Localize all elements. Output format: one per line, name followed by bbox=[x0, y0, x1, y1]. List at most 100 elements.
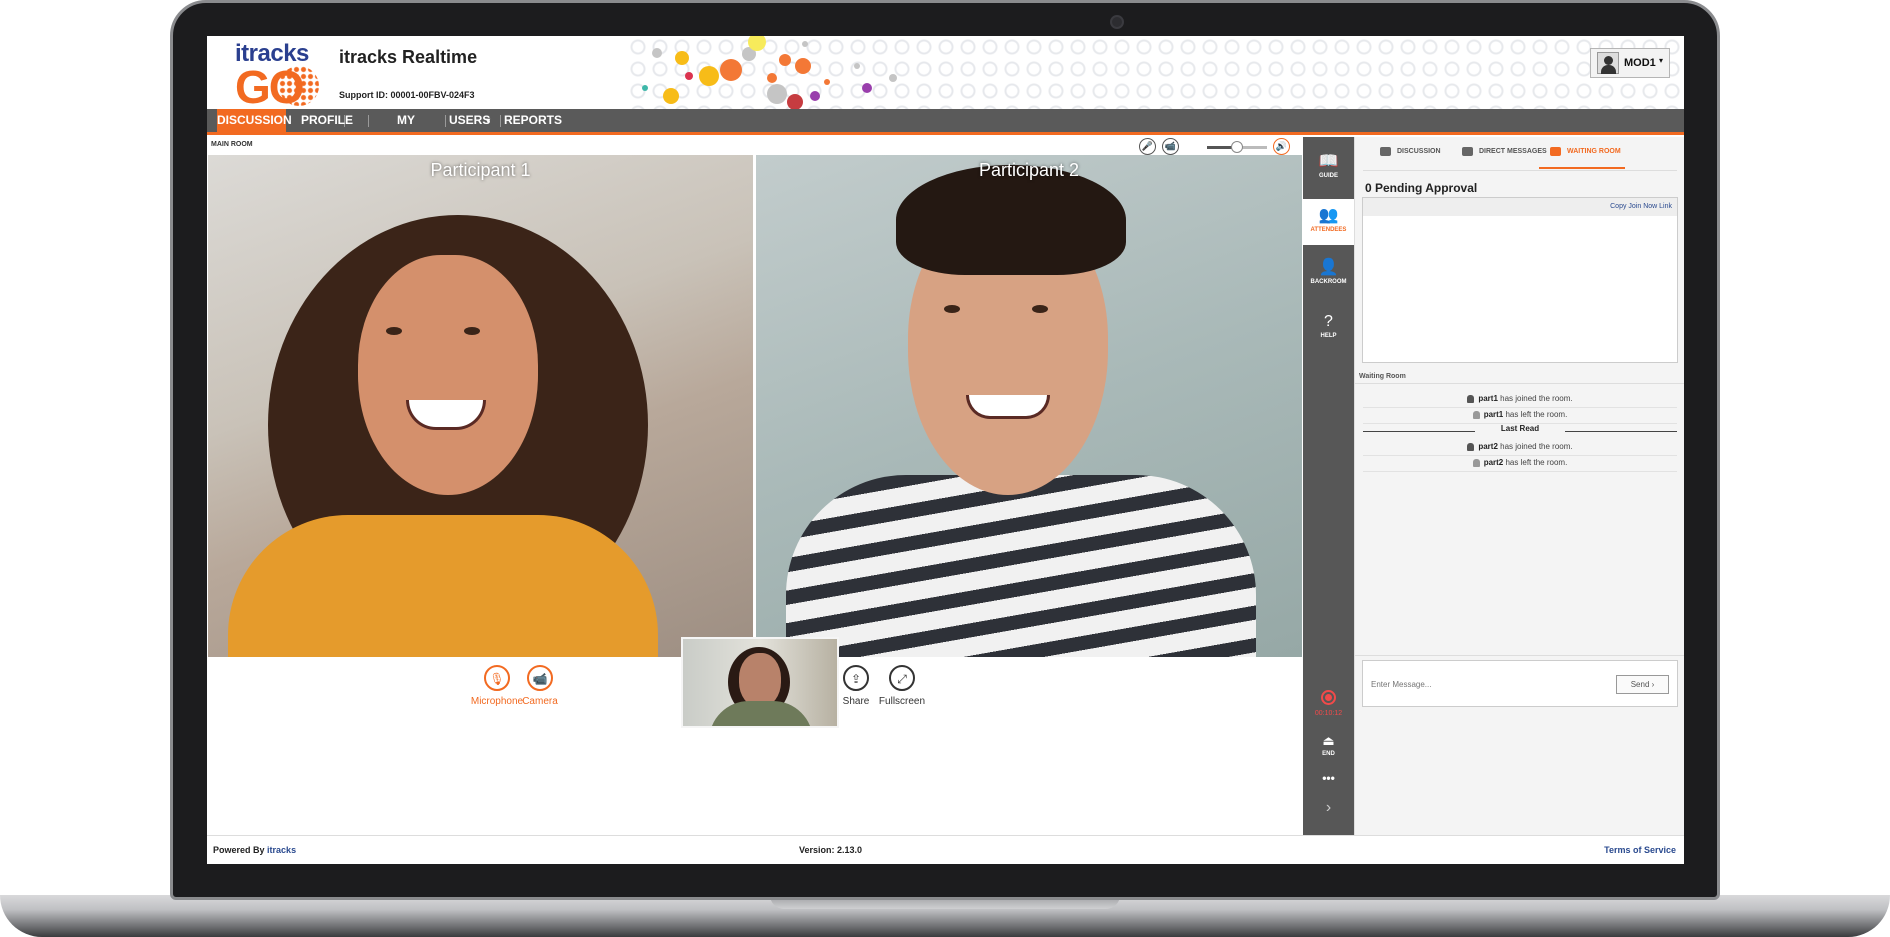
share-button[interactable]: ⇪ bbox=[843, 665, 869, 691]
support-id: Support ID: 00001-00FBV-024F3 bbox=[339, 90, 475, 100]
waiting-room-label: Waiting Room bbox=[1359, 373, 1406, 380]
microphone-button[interactable]: 🎙 bbox=[484, 665, 510, 691]
user-left-icon bbox=[1472, 410, 1480, 419]
more-options-icon[interactable]: ••• bbox=[1303, 771, 1354, 785]
tab-waiting-room-label: WAITING ROOM bbox=[1567, 148, 1621, 155]
end-label[interactable]: END bbox=[1303, 751, 1354, 757]
pending-approval-list: Copy Join Now Link bbox=[1362, 197, 1678, 363]
user-joined-icon bbox=[1467, 394, 1475, 403]
nav-divider bbox=[368, 115, 369, 127]
participant-image bbox=[464, 327, 480, 335]
main-room-label: MAIN ROOM bbox=[211, 141, 253, 148]
camera-label: Camera bbox=[522, 696, 558, 707]
nav-divider bbox=[500, 115, 501, 127]
event-text: has left the room. bbox=[1505, 458, 1568, 467]
user-joined-icon bbox=[1467, 442, 1475, 451]
guide-label: GUIDE bbox=[1318, 173, 1338, 179]
fullscreen-button[interactable]: ⤢ bbox=[889, 665, 915, 691]
tab-divider bbox=[1363, 170, 1677, 171]
list-item: part2 has joined the room. bbox=[1363, 439, 1677, 456]
message-input[interactable] bbox=[1371, 675, 1571, 693]
powered-by-link[interactable]: itracks bbox=[267, 845, 296, 855]
list-item: part1 has joined the room. bbox=[1363, 391, 1677, 408]
confetti-dots-icon bbox=[642, 36, 897, 109]
video-tile-participant-2[interactable]: Participant 2 bbox=[756, 155, 1302, 657]
tab-direct-messages[interactable]: DIRECT MESSAGES bbox=[1462, 145, 1547, 169]
list-item: part1 has left the room. bbox=[1363, 407, 1677, 424]
logo-burst-icon bbox=[279, 66, 319, 106]
right-panel: DISCUSSION DIRECT MESSAGES WAITING ROOM … bbox=[1354, 137, 1684, 835]
camera-button[interactable]: 📹 bbox=[527, 665, 553, 691]
tab-discussion[interactable]: DISCUSSION bbox=[1380, 145, 1441, 169]
people-icon: 👥 bbox=[1318, 207, 1339, 224]
camera-toggle-icon[interactable]: 📹 bbox=[1162, 138, 1179, 155]
app-header: itracks GO itracks Realtime Support ID: … bbox=[207, 36, 1684, 109]
copy-join-link[interactable]: Copy Join Now Link bbox=[1610, 203, 1672, 210]
speaker-icon[interactable]: 🔊 bbox=[1273, 138, 1290, 155]
nav-discussion[interactable]: DISCUSSION bbox=[217, 109, 292, 132]
fullscreen-label: Fullscreen bbox=[878, 696, 926, 707]
video-tile-participant-1[interactable]: Participant 1 bbox=[208, 155, 753, 657]
volume-slider[interactable] bbox=[1207, 141, 1267, 153]
nav-divider bbox=[445, 115, 446, 127]
event-text: has left the room. bbox=[1505, 410, 1568, 419]
pending-list-header: Copy Join Now Link bbox=[1363, 198, 1677, 216]
self-view-video[interactable] bbox=[681, 637, 839, 728]
backroom-label: BACKROOM bbox=[1310, 279, 1347, 285]
message-composer: Send › bbox=[1362, 660, 1678, 707]
event-user: part2 bbox=[1478, 442, 1498, 451]
participant-2-label: Participant 2 bbox=[978, 160, 1080, 180]
waiting-room-icon bbox=[1550, 146, 1561, 156]
participant-image bbox=[966, 395, 1050, 419]
list-item: part2 has left the room. bbox=[1363, 455, 1677, 472]
nav-users[interactable]: USERS bbox=[449, 109, 490, 132]
participant-1-label: Participant 1 bbox=[430, 160, 531, 180]
mute-all-icon[interactable]: 🎤 bbox=[1139, 138, 1156, 155]
participant-image bbox=[1032, 305, 1048, 313]
divider bbox=[1355, 383, 1684, 384]
nav-users-chevron-icon[interactable]: ▾ bbox=[481, 109, 495, 132]
powered-by-prefix: Powered By bbox=[213, 845, 265, 855]
tab-direct-messages-label: DIRECT MESSAGES bbox=[1479, 148, 1547, 155]
tool-strip: 📖 GUIDE 👥 ATTENDEES 👤 BACKROOM ? HELP 00… bbox=[1303, 137, 1354, 835]
header-decoration bbox=[627, 36, 1684, 109]
user-menu-button[interactable]: MOD1 ▾ bbox=[1590, 48, 1670, 78]
help-button[interactable]: ? HELP bbox=[1303, 305, 1354, 351]
chevron-down-icon: ▾ bbox=[1659, 56, 1664, 65]
tab-discussion-label: DISCUSSION bbox=[1397, 148, 1441, 155]
version-label: Version: 2.13.0 bbox=[799, 845, 863, 855]
footer: Powered By itracks Version: 2.13.0 Terms… bbox=[207, 835, 1684, 864]
guide-button[interactable]: 📖 GUIDE bbox=[1303, 145, 1354, 191]
participant-image bbox=[786, 475, 1256, 657]
tab-waiting-room[interactable]: WAITING ROOM bbox=[1539, 145, 1625, 169]
main-room-bar: MAIN ROOM 🎤 📹 🔊 bbox=[207, 137, 1303, 155]
help-label: HELP bbox=[1320, 333, 1337, 339]
nav-my-profile[interactable]: MY PROFILE bbox=[371, 109, 441, 150]
event-user: part1 bbox=[1478, 394, 1498, 403]
event-user: part1 bbox=[1483, 410, 1504, 419]
powered-by: Powered By itracks bbox=[213, 845, 296, 855]
backroom-button[interactable]: 👤 BACKROOM bbox=[1303, 251, 1354, 297]
last-read-marker: Last Read bbox=[1363, 424, 1677, 438]
user-name: MOD1 bbox=[1624, 57, 1656, 69]
participant-image bbox=[386, 327, 402, 335]
event-user: part2 bbox=[1483, 458, 1504, 467]
self-view-image bbox=[709, 701, 813, 726]
chevron-right-icon[interactable]: › bbox=[1303, 799, 1354, 817]
main-nav: DISCUSSION PROFILE LIST MY PROFILE USERS… bbox=[207, 109, 1684, 150]
terms-of-service-link[interactable]: Terms of Service bbox=[1604, 845, 1676, 855]
record-icon[interactable] bbox=[1321, 690, 1336, 705]
help-icon: ? bbox=[1324, 313, 1333, 330]
nav-reports[interactable]: REPORTS bbox=[504, 109, 562, 132]
self-view-image bbox=[739, 653, 781, 707]
send-button[interactable]: Send › bbox=[1616, 675, 1669, 694]
nav-profile-list[interactable]: PROFILE LIST bbox=[291, 109, 363, 150]
pending-approval-title: 0 Pending Approval bbox=[1365, 181, 1478, 195]
app-screen: itracks GO itracks Realtime Support ID: … bbox=[207, 36, 1684, 864]
app-title: itracks Realtime bbox=[339, 47, 478, 67]
attendees-button[interactable]: 👥 ATTENDEES bbox=[1303, 199, 1354, 245]
end-session-icon[interactable]: ⏏ bbox=[1303, 733, 1354, 749]
participant-image bbox=[228, 515, 658, 657]
user-left-icon bbox=[1472, 458, 1480, 467]
volume-handle[interactable] bbox=[1231, 141, 1243, 153]
